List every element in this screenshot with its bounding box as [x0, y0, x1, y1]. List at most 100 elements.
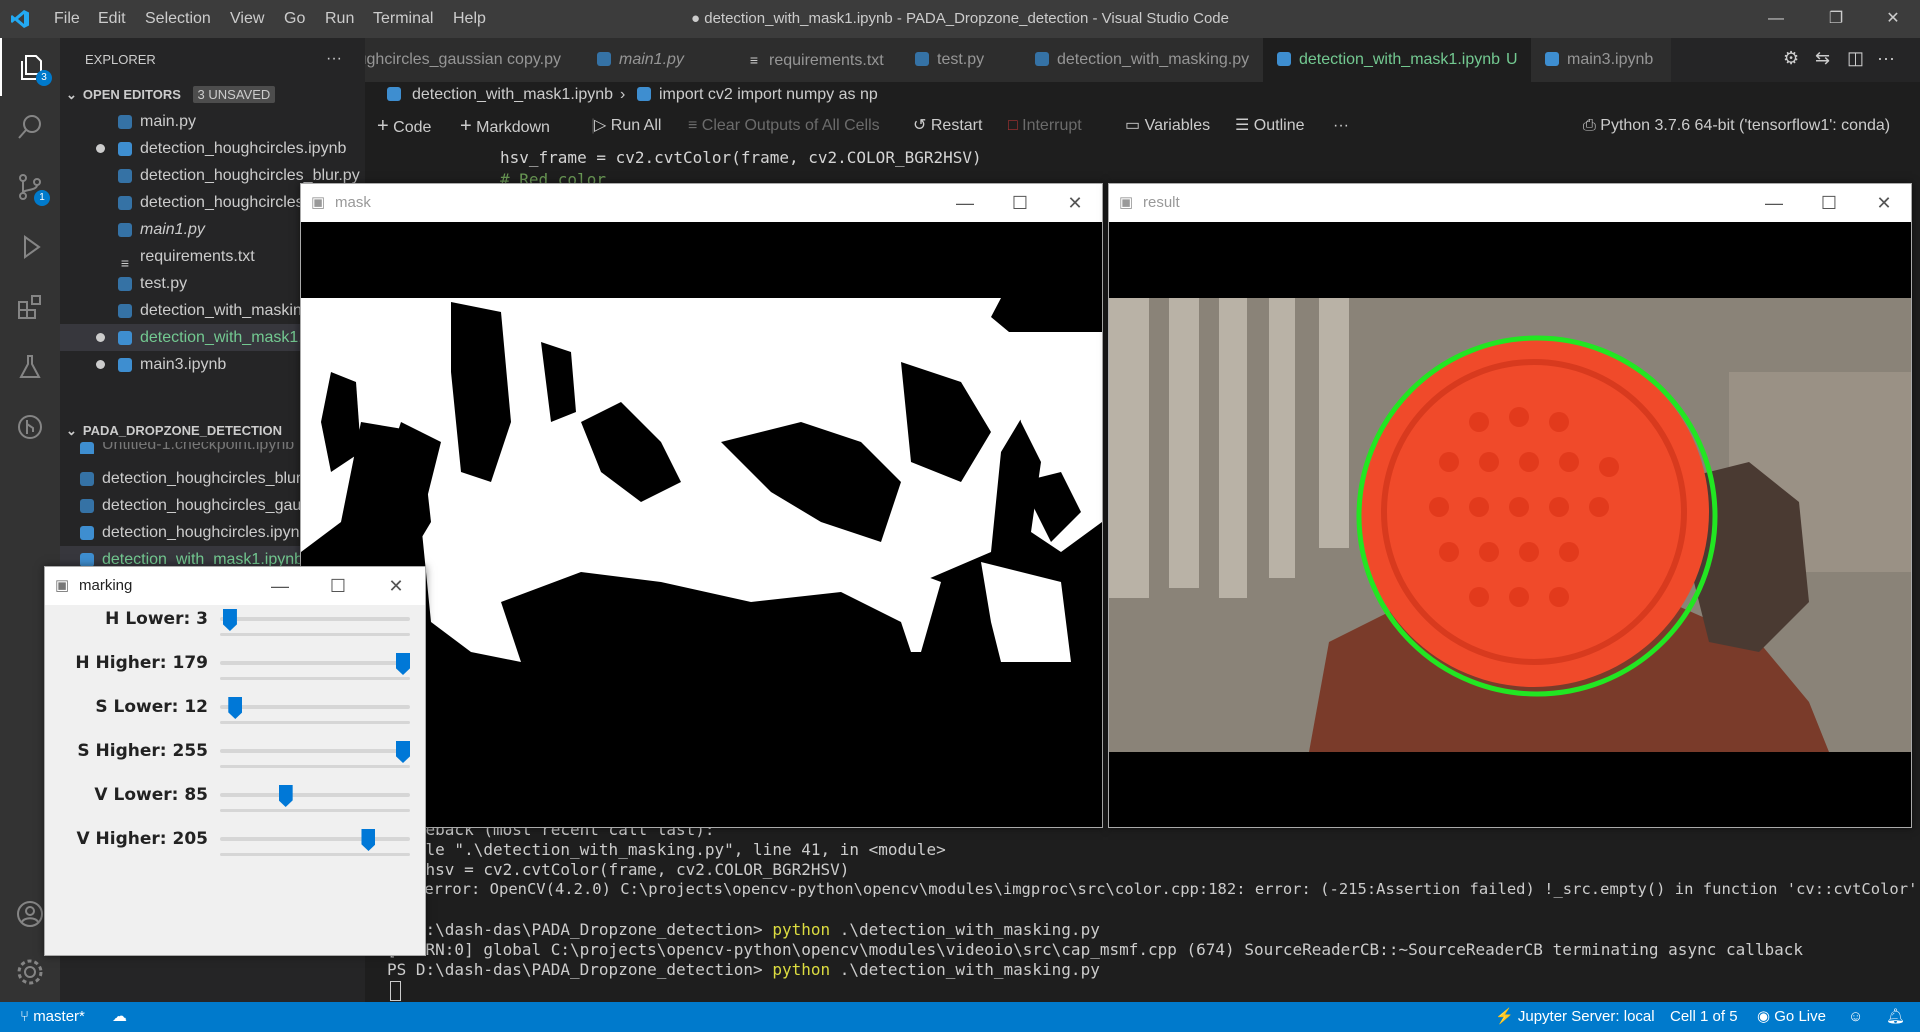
variables-button[interactable]: ▭ Variables	[1125, 108, 1210, 144]
cell-indicator[interactable]: Cell 1 of 5	[1670, 1002, 1738, 1032]
trackbar-track[interactable]	[220, 617, 410, 621]
split-editor-icon[interactable]: ◫	[1847, 48, 1864, 69]
kernel-picker[interactable]: ⎙ Python 3.7.6 64-bit ('tensorflow1': co…	[1583, 108, 1890, 144]
minimize-icon[interactable]: —	[1753, 0, 1799, 38]
trackbar-track[interactable]	[220, 793, 410, 797]
restart-button[interactable]: ↺ Restart	[913, 108, 982, 144]
tab-main1-py[interactable]: main1.py	[583, 38, 733, 82]
kernel-label: Python 3.7.6 64-bit ('tensorflow1': cond…	[1600, 117, 1891, 134]
breadcrumb-cell[interactable]: import cv2 import numpy as np	[659, 82, 878, 108]
branch-indicator[interactable]: ⑂ master*	[20, 1002, 85, 1032]
trackbar-thumb[interactable]	[222, 609, 237, 631]
notifications-icon[interactable]: 🔔︎	[1886, 1002, 1905, 1032]
maximize-icon[interactable]: ☐	[1802, 184, 1856, 222]
terminal-panel[interactable]: Traceback (most recent call last): File …	[365, 820, 1920, 1002]
run-all-label: Run All	[610, 117, 662, 134]
trackbar-label: H Higher: 179	[75, 653, 208, 673]
result-titlebar[interactable]: ▣ result — ☐ ✕	[1109, 184, 1911, 222]
more-actions-icon[interactable]: ···	[326, 50, 342, 68]
remote-explorer-icon[interactable]	[0, 398, 60, 456]
more-icon[interactable]: ···	[1333, 108, 1349, 144]
testing-flask-icon[interactable]	[0, 338, 60, 396]
feedback-icon[interactable]: ☺	[1848, 1002, 1863, 1032]
open-editor-item[interactable]: main.py	[60, 108, 365, 135]
tab-main3-ipynb[interactable]: main3.ipynb	[1531, 38, 1671, 82]
run-debug-icon[interactable]	[0, 218, 60, 276]
menu-go[interactable]: Go	[284, 0, 305, 38]
minimize-icon[interactable]: —	[253, 567, 307, 605]
trackbar-track[interactable]	[220, 837, 410, 841]
maximize-icon[interactable]: ☐	[993, 184, 1047, 222]
unsaved-dot-icon[interactable]	[96, 360, 105, 369]
trackbar-thumb[interactable]	[361, 829, 376, 851]
source-control-icon[interactable]: 1	[0, 158, 60, 216]
menu-file[interactable]: File	[54, 0, 80, 38]
clear-outputs-button[interactable]: ≡ Clear Outputs of All Cells	[688, 108, 880, 144]
sync-icon[interactable]: ☁	[112, 1002, 127, 1032]
run-all-button[interactable]: ▷ Run All	[594, 108, 661, 144]
add-markdown-button[interactable]: + Markdown	[460, 108, 550, 146]
explorer-icon[interactable]: 3	[0, 38, 62, 96]
open-editors-header[interactable]: ⌄ OPEN EDITORS 3 UNSAVED	[60, 82, 365, 108]
terminal-command: python	[772, 960, 831, 979]
go-live-button[interactable]: ◉ Go Live	[1757, 1002, 1826, 1032]
status-bar: ⑂ master* ☁ ⚡ Jupyter Server: local Cell…	[0, 1002, 1920, 1032]
marking-window[interactable]: ▣ marking — ☐ ✕ H Lower: 3 H Higher: 179 S…	[44, 566, 426, 956]
code-cell[interactable]: hsv_frame = cv2.cvtColor(frame, cv2.COLO…	[365, 144, 1920, 184]
plus-icon: +	[460, 115, 472, 137]
python-file-icon	[80, 472, 94, 486]
trackbar-thumb[interactable]	[396, 741, 410, 763]
python-file-icon	[118, 196, 132, 210]
tab-requirements-txt[interactable]: ≡ requirements.txt	[733, 38, 901, 82]
close-icon[interactable]: ✕	[1870, 0, 1916, 38]
more-actions-icon[interactable]: ···	[1877, 48, 1895, 69]
unsaved-dot-icon[interactable]	[96, 144, 105, 153]
tab-test-py[interactable]: test.py	[901, 38, 1021, 82]
add-code-button[interactable]: + Code	[377, 108, 431, 146]
menu-run[interactable]: Run	[325, 0, 354, 38]
trackbar-track[interactable]	[220, 661, 410, 665]
breadcrumb-file[interactable]: detection_with_mask1.ipynb	[412, 82, 613, 108]
trackbar-thumb[interactable]	[228, 697, 243, 719]
branch-icon: ⑂	[20, 1008, 30, 1025]
menu-help[interactable]: Help	[453, 0, 486, 38]
menu-view[interactable]: View	[230, 0, 264, 38]
trackbar-thumb[interactable]	[396, 653, 410, 675]
open-editor-item[interactable]: detection_houghcircles.ipynb	[60, 135, 365, 162]
settings-icon[interactable]: ⚙	[1783, 48, 1799, 69]
trackbar-groove	[220, 765, 410, 768]
marking-titlebar[interactable]: ▣ marking — ☐ ✕	[45, 567, 425, 605]
tab-label: requirements.txt	[769, 52, 884, 69]
minimize-icon[interactable]: —	[938, 184, 992, 222]
menu-terminal[interactable]: Terminal	[373, 0, 433, 38]
trackbar-track[interactable]	[220, 705, 410, 709]
interrupt-button[interactable]: □ Interrupt	[1008, 108, 1082, 144]
trackbar-track[interactable]	[220, 749, 410, 753]
minimize-icon[interactable]: —	[1747, 184, 1801, 222]
text-file-icon: ≡	[120, 255, 130, 270]
tab-detection-houghcircles-gaussian-copy-py[interactable]: detection_houghcircles_gaussian copy.py	[365, 38, 583, 82]
plus-icon: +	[377, 115, 389, 137]
maximize-icon[interactable]: ☐	[311, 567, 365, 605]
tab-label: detection_houghcircles_gaussian copy.py	[365, 51, 561, 68]
menu-selection[interactable]: Selection	[145, 0, 211, 38]
restore-icon[interactable]: ❐	[1813, 0, 1859, 38]
unsaved-dot-icon[interactable]	[96, 333, 105, 342]
close-icon[interactable]: ✕	[1857, 184, 1911, 222]
trackbar-thumb[interactable]	[278, 785, 293, 807]
tab-detection-with-mask1-ipynb[interactable]: detection_with_mask1.ipynb U	[1263, 38, 1531, 82]
mask-titlebar[interactable]: ▣ mask — ☐ ✕	[301, 184, 1102, 222]
outline-button[interactable]: ☰ Outline	[1235, 108, 1305, 144]
search-icon[interactable]	[0, 98, 60, 156]
close-icon[interactable]: ✕	[369, 567, 423, 605]
breadcrumb-file-icon	[387, 82, 409, 108]
tab-detection-with-masking-py[interactable]: detection_with_masking.py	[1021, 38, 1263, 82]
tab-label: test.py	[937, 51, 985, 68]
menu-edit[interactable]: Edit	[98, 0, 126, 38]
close-icon[interactable]: ✕	[1048, 184, 1102, 222]
result-window[interactable]: ▣ result — ☐ ✕	[1108, 183, 1912, 828]
compare-icon[interactable]: ⇆	[1815, 48, 1830, 69]
restart-icon: ↺	[913, 117, 927, 134]
jupyter-server[interactable]: ⚡ Jupyter Server: local	[1495, 1002, 1655, 1032]
extensions-icon[interactable]	[0, 278, 60, 336]
